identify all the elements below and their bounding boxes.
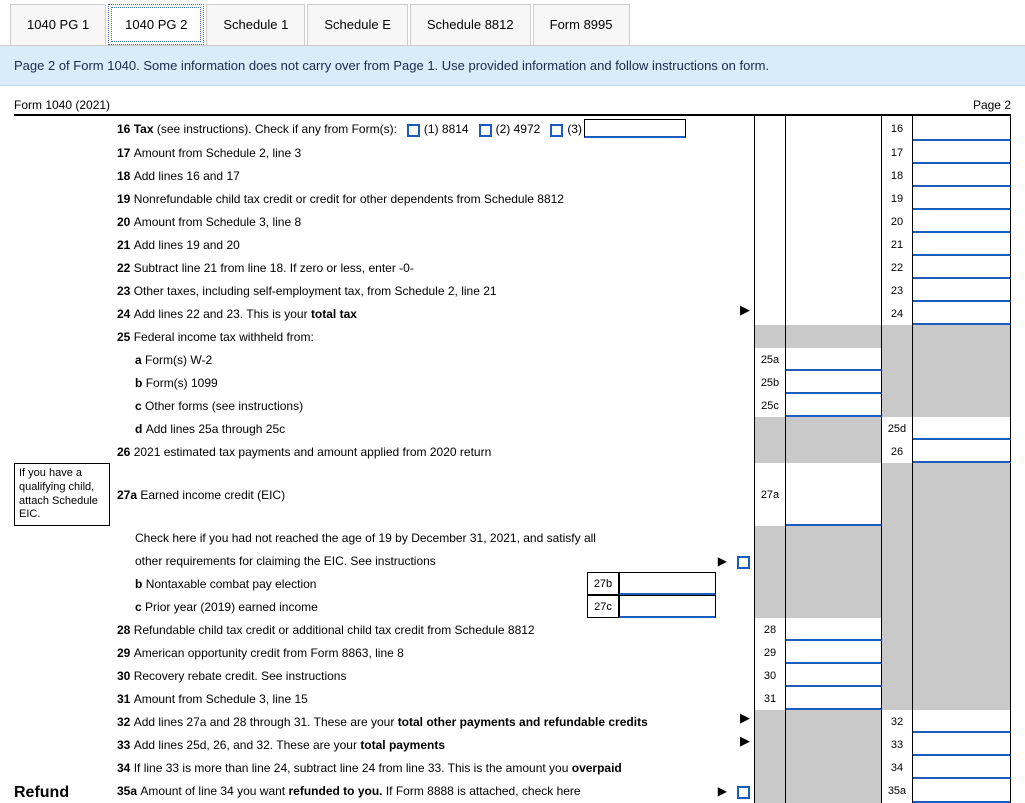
input-line20[interactable] <box>913 210 1011 233</box>
page-number: Page 2 <box>973 98 1011 112</box>
arrow-icon: ▶ <box>718 784 727 798</box>
arrow-icon: ▶ <box>732 710 750 733</box>
input-line16[interactable] <box>913 116 1011 141</box>
arrow-icon: ▶ <box>718 554 727 568</box>
input-line35a[interactable] <box>913 779 1011 803</box>
input-line25a[interactable] <box>786 348 882 371</box>
checkbox-eic-under19[interactable] <box>737 556 750 569</box>
input-line28[interactable] <box>786 618 882 641</box>
tab-1040-pg1[interactable]: 1040 PG 1 <box>10 4 106 45</box>
input-line24[interactable] <box>913 302 1011 325</box>
arrow-icon: ▶ <box>732 733 750 756</box>
tab-schedule-8812[interactable]: Schedule 8812 <box>410 4 531 45</box>
refund-heading: Refund <box>14 779 110 803</box>
input-line21[interactable] <box>913 233 1011 256</box>
input-line25b[interactable] <box>786 371 882 394</box>
input-line23[interactable] <box>913 279 1011 302</box>
checkbox-form-8888[interactable] <box>737 786 750 799</box>
sidebar-eic-note: If you have a qualifying child, attach S… <box>14 463 110 526</box>
input-line26[interactable] <box>913 440 1011 463</box>
input-line19[interactable] <box>913 187 1011 210</box>
input-line16-form3[interactable] <box>584 119 686 138</box>
input-line22[interactable] <box>913 256 1011 279</box>
input-line27b[interactable] <box>619 572 716 595</box>
checkbox-form-3[interactable] <box>550 124 563 137</box>
tab-schedule-e[interactable]: Schedule E <box>307 4 408 45</box>
tab-bar: 1040 PG 1 1040 PG 2 Schedule 1 Schedule … <box>0 0 1025 46</box>
checkbox-form-4972[interactable] <box>479 124 492 137</box>
page-banner: Page 2 of Form 1040. Some information do… <box>0 46 1025 86</box>
input-line30[interactable] <box>786 664 882 687</box>
tab-form-8995[interactable]: Form 8995 <box>533 4 630 45</box>
input-line18[interactable] <box>913 164 1011 187</box>
input-line27a[interactable] <box>786 463 882 526</box>
input-line27c[interactable] <box>619 595 716 618</box>
input-line25c[interactable] <box>786 394 882 417</box>
form-1040-page2: 16 Tax Tax (see instructions). Check if … <box>14 114 1011 803</box>
form-label: Form 1040 (2021) <box>14 98 110 112</box>
input-line34[interactable] <box>913 756 1011 779</box>
arrow-icon: ▶ <box>732 302 750 325</box>
input-line29[interactable] <box>786 641 882 664</box>
input-line25d[interactable] <box>913 417 1011 440</box>
input-line17[interactable] <box>913 141 1011 164</box>
input-line31[interactable] <box>786 687 882 710</box>
input-line33[interactable] <box>913 733 1011 756</box>
tab-schedule-1[interactable]: Schedule 1 <box>206 4 305 45</box>
checkbox-form-8814[interactable] <box>407 124 420 137</box>
tab-1040-pg2[interactable]: 1040 PG 2 <box>108 4 204 45</box>
input-line32[interactable] <box>913 710 1011 733</box>
